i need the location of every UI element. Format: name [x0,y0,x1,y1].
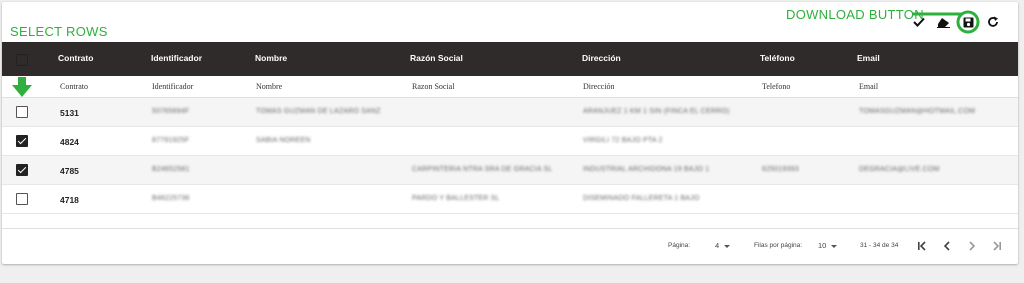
cell-identificador: B24652581 [152,166,190,173]
page-label: Página: [668,242,691,249]
filter-identificador[interactable]: Identificador [152,82,193,91]
pagination-bar: Página: 4 Filas por página: 10 31 - 34 d… [2,228,1018,262]
filter-nombre[interactable]: Nombre [256,82,282,91]
cell-contrato: 4718 [60,195,79,205]
cell-nombre: TOMAS GUZMAN DE LAZARO SANZ [256,108,381,115]
row-checkbox[interactable] [16,135,28,147]
select-all-checkbox[interactable] [16,54,28,66]
header-direccion[interactable]: Dirección [582,53,621,63]
cell-contrato: 5131 [60,108,79,118]
cell-razon-social: CARPINTERIA NTRA SRA DE GRACIA SL [412,166,553,173]
cell-email: TOMASGUZMAN@HOTMAIL.COM [859,108,976,115]
cell-contrato: 4785 [60,166,79,176]
eraser-icon[interactable] [932,11,954,33]
header-email[interactable]: Email [857,53,880,63]
cell-contrato: 4824 [60,137,79,147]
table-header-row: Contrato Identificador Nombre Razón Soci… [2,42,1018,76]
row-checkbox[interactable] [16,193,28,205]
filter-direccion[interactable]: Dirección [583,82,615,91]
header-identificador[interactable]: Identificador [151,53,202,63]
refresh-icon[interactable] [982,11,1004,33]
header-telefono[interactable]: Teléfono [760,53,795,63]
row-checkbox[interactable] [16,164,28,176]
header-razon-social[interactable]: Razón Social [410,53,463,63]
cell-direccion: VIRGILI 72 BAJO PTA 2 [583,137,663,144]
row-checkbox[interactable] [16,106,28,118]
chevron-down-icon [831,244,838,248]
header-contrato[interactable]: Contrato [58,53,93,63]
first-page-icon[interactable] [913,237,931,255]
filter-razon-social[interactable]: Razon Social [412,82,454,91]
header-nombre[interactable]: Nombre [255,53,287,63]
filter-email[interactable]: Email [859,82,878,91]
cell-telefono: 625019393 [762,166,799,173]
cell-email: DEGRACIA@LIVE.COM [859,166,940,173]
table-row[interactable]: 5131 50765694F TOMAS GUZMAN DE LAZARO SA… [2,98,1018,127]
rows-per-page-select[interactable]: 10 [818,241,838,250]
rows-per-page-value: 10 [818,241,827,250]
cell-razon-social: PARDO Y BALLESTER SL [412,195,500,202]
chevron-down-icon [724,244,731,248]
previous-page-icon[interactable] [938,237,956,255]
page-range: 31 - 34 de 34 [860,242,899,249]
table-row[interactable]: 4718 B46225736 PARDO Y BALLESTER SL DISE… [2,185,1018,214]
filter-telefono[interactable]: Telefono [762,82,790,91]
table-row[interactable]: 4824 87791925F SABIA NOREEN VIRGILI 72 B… [2,127,1018,156]
next-page-icon[interactable] [963,237,981,255]
page-select[interactable]: 4 [715,241,731,250]
cell-direccion: ARANJUEZ 1 KM 1 SIN (FINCA EL CERRO) [583,108,730,115]
cell-identificador: 87791925F [152,137,190,144]
check-icon[interactable] [908,11,930,33]
filter-row: Contrato Identificador Nombre Razon Soci… [2,76,1018,98]
cell-nombre: SABIA NOREEN [256,137,311,144]
cell-direccion: DISEMINADO FALLERETA 1 BAJO [583,195,700,202]
last-page-icon[interactable] [988,237,1006,255]
page-select-value: 4 [715,241,720,250]
table-row[interactable]: 4785 B24652581 CARPINTERIA NTRA SRA DE G… [2,156,1018,185]
cell-direccion: INDUSTRIAL ARCHIDONA 19 BAJO 1 [583,166,710,173]
cell-identificador: B46225736 [152,195,190,202]
filter-contrato[interactable]: Contrato [60,82,88,91]
rows-per-page-label: Filas por página: [754,242,803,249]
cell-identificador: 50765694F [152,108,190,115]
save-icon[interactable] [957,11,979,33]
